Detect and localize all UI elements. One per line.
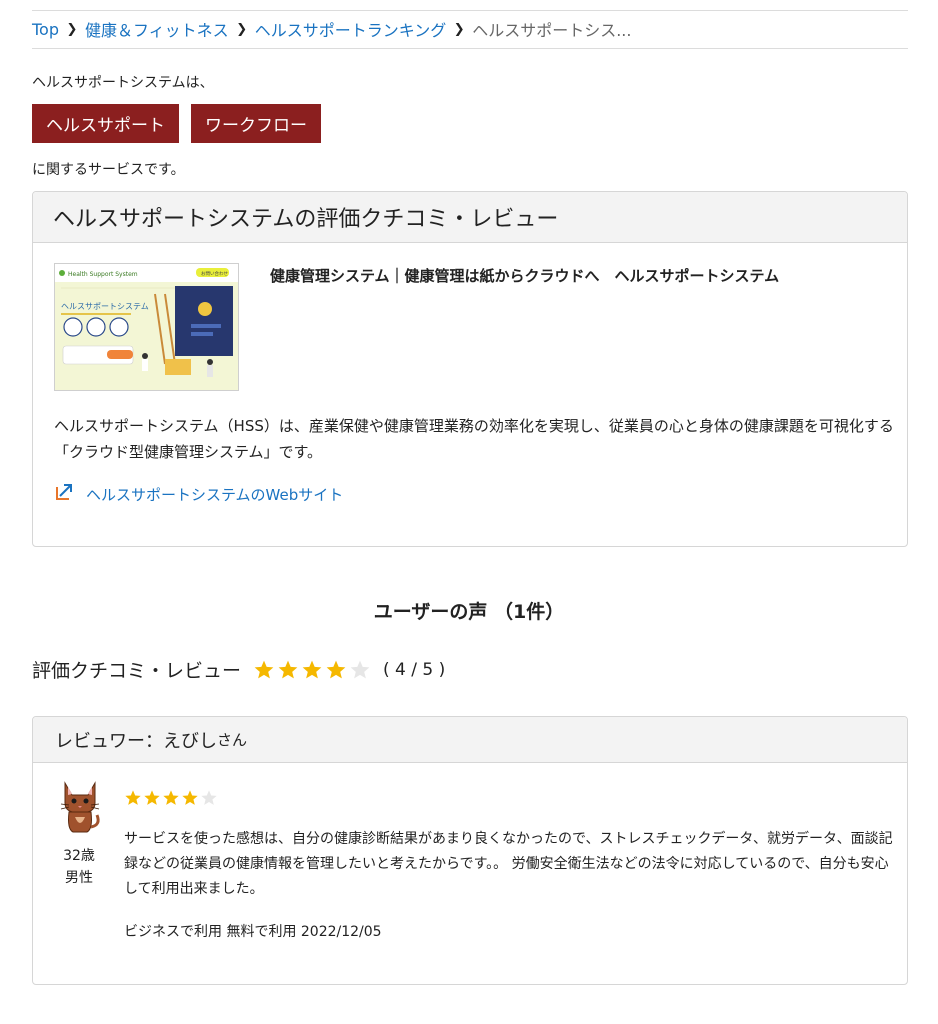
external-link-icon	[54, 482, 74, 506]
thumb-headline: ヘルスサポートシステム	[61, 302, 149, 311]
intro-suffix: に関するサービスです。	[32, 162, 185, 178]
chevron-right-icon: ❯	[453, 21, 465, 37]
intro-text: ヘルスサポートシステムは、	[32, 75, 214, 91]
breadcrumb-top[interactable]: Top	[32, 20, 59, 39]
cat-avatar-icon	[57, 779, 103, 835]
star-filled-icon	[326, 660, 346, 678]
reviewer-name: えびし	[163, 730, 217, 752]
reviewer-age: 32歳	[63, 848, 95, 864]
review-stars	[124, 789, 218, 807]
tag-workflow[interactable]: ワークフロー	[191, 104, 321, 143]
chevron-right-icon: ❯	[66, 21, 78, 37]
review-card: レビュワー： えびし さん 32歳 男性 サービスを使った感想は、自分の健康診断結果…	[32, 716, 908, 985]
product-title: 健康管理システム｜健康管理は紙からクラウドへ ヘルスサポートシステム	[270, 267, 780, 285]
product-card-title: ヘルスサポートシステムの評価クチコミ・レビュー	[33, 192, 907, 243]
star-filled-icon	[278, 660, 298, 678]
reviewer-demographics: 32歳 男性	[51, 845, 107, 889]
website-link-label: ヘルスサポートシステムのWebサイト	[86, 485, 344, 504]
review-text: サービスを使った感想は、自分の健康診断結果があまり良くなかったので、ストレスチェ…	[124, 831, 893, 897]
rating-score: ( 4 / 5 )	[383, 659, 446, 680]
reviewer-prefix: レビュワー：	[55, 730, 163, 752]
rating-label: 評価クチコミ・レビュー	[32, 660, 242, 682]
chevron-right-icon: ❯	[236, 21, 248, 37]
breadcrumb: Top ❯ 健康＆フィットネス ❯ ヘルスサポートランキング ❯ ヘルスサポート…	[32, 10, 908, 49]
category-tags: ヘルスサポート ワークフロー	[32, 104, 321, 143]
product-description: ヘルスサポートシステム（HSS）は、産業保健や健康管理業務の効率化を実現し、従業…	[54, 417, 894, 461]
breadcrumb-category[interactable]: 健康＆フィットネス	[85, 17, 229, 41]
review-header: レビュワー： えびし さん	[33, 717, 907, 763]
thumb-header: Health Support System	[68, 271, 138, 278]
review-meta: ビジネスで利用 無料で利用 2022/12/05	[124, 924, 382, 940]
overall-rating: 評価クチコミ・レビュー ( 4 / 5 )	[32, 656, 445, 683]
star-filled-icon	[144, 790, 160, 805]
tag-health-support[interactable]: ヘルスサポート	[32, 104, 179, 143]
thumb-badge: お問い合わせ	[201, 270, 228, 277]
website-link[interactable]: ヘルスサポートシステムのWebサイト	[54, 482, 343, 506]
star-filled-icon	[182, 790, 198, 805]
star-filled-icon	[125, 790, 141, 805]
star-filled-icon	[163, 790, 179, 805]
breadcrumb-ranking[interactable]: ヘルスサポートランキング	[255, 17, 447, 41]
reviewer-suffix: さん	[217, 731, 248, 749]
star-filled-icon	[254, 660, 274, 678]
product-thumbnail[interactable]: Health Support System お問い合わせ ヘルスサポートシステム	[54, 263, 239, 391]
star-filled-icon	[302, 660, 322, 678]
star-empty-icon	[201, 790, 217, 805]
product-card: ヘルスサポートシステムの評価クチコミ・レビュー Health Support S…	[32, 191, 908, 547]
star-empty-icon	[350, 660, 370, 678]
rating-stars	[253, 659, 371, 681]
reviewer-gender: 男性	[65, 870, 93, 886]
breadcrumb-current: ヘルスサポートシス...	[472, 21, 632, 40]
user-voices-title: ユーザーの声 （1件）	[373, 601, 565, 623]
